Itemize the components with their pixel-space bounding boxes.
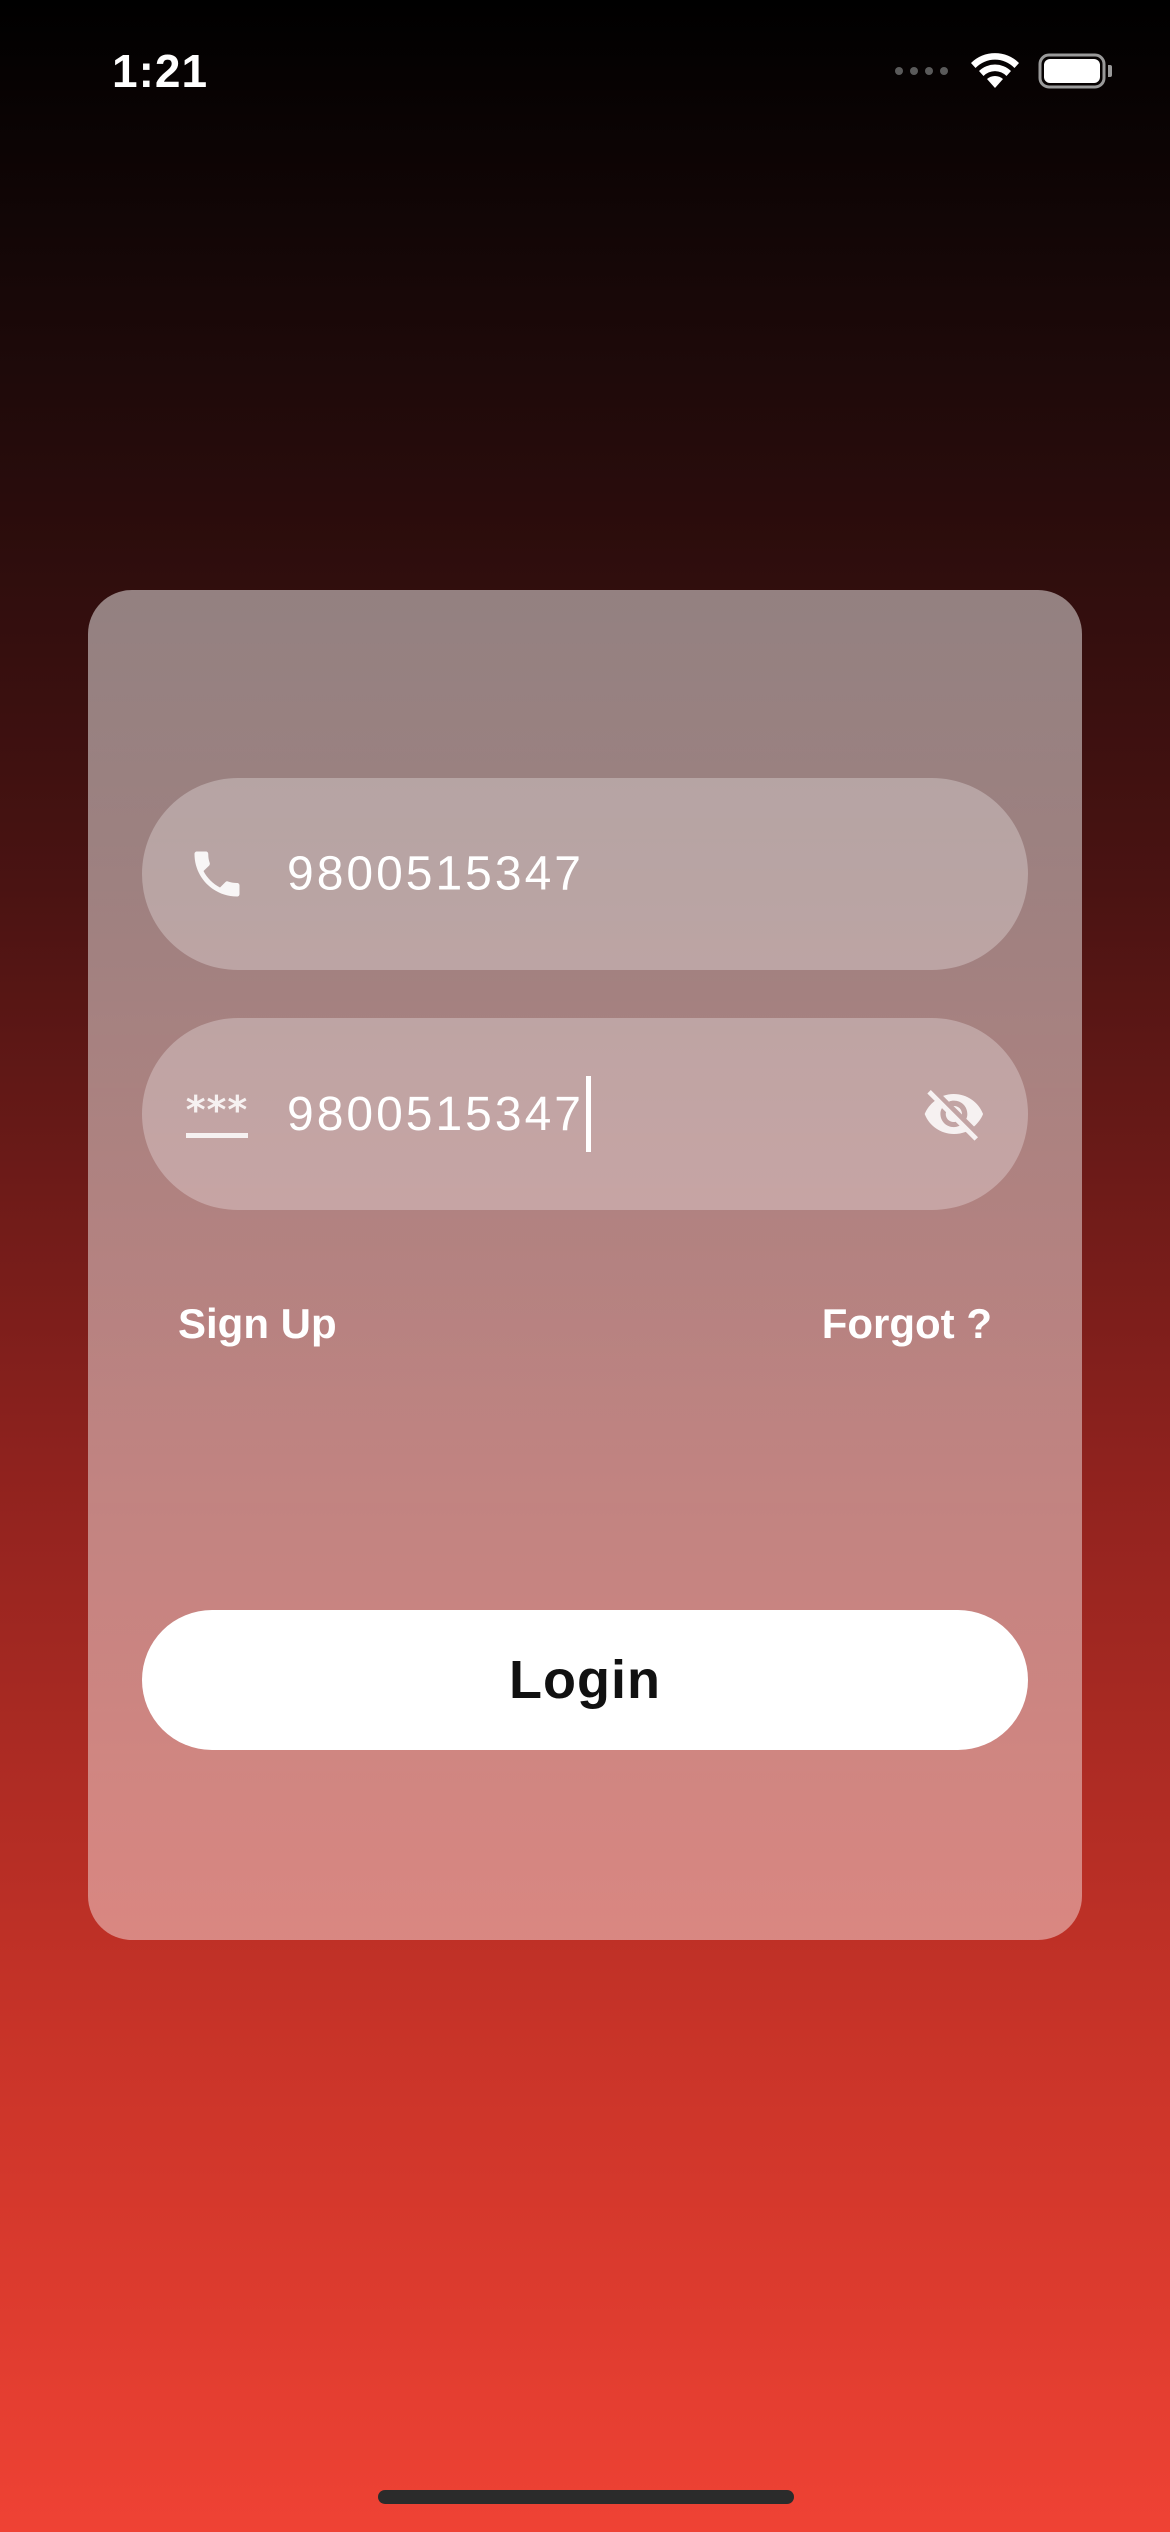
password-field[interactable]: *** 9800515347 <box>142 1018 1028 1210</box>
forgot-password-link[interactable]: Forgot ? <box>822 1300 992 1348</box>
password-input-value: 9800515347 <box>287 1087 584 1141</box>
password-input: 9800515347 <box>287 1076 591 1152</box>
battery-icon <box>1038 53 1112 89</box>
password-stars-icon-text: *** <box>185 1091 249 1138</box>
cellular-signal-icon <box>895 67 948 75</box>
password-stars-icon: *** <box>182 1079 252 1149</box>
phone-icon <box>182 839 252 909</box>
phone-field[interactable]: 9800515347 <box>142 778 1028 970</box>
eye-off-icon[interactable] <box>918 1078 990 1150</box>
sign-up-link[interactable]: Sign Up <box>178 1300 337 1348</box>
status-bar: 1:21 <box>0 0 1170 150</box>
status-icons <box>895 52 1114 90</box>
login-card: 9800515347 *** 9800515347 Sign Up Forgot… <box>88 590 1082 1940</box>
home-indicator <box>378 2490 794 2504</box>
wifi-icon <box>971 53 1019 88</box>
text-cursor <box>585 1076 591 1152</box>
status-time: 1:21 <box>112 45 209 97</box>
phone-input-value: 9800515347 <box>287 847 584 901</box>
login-button[interactable]: Login <box>142 1610 1028 1750</box>
